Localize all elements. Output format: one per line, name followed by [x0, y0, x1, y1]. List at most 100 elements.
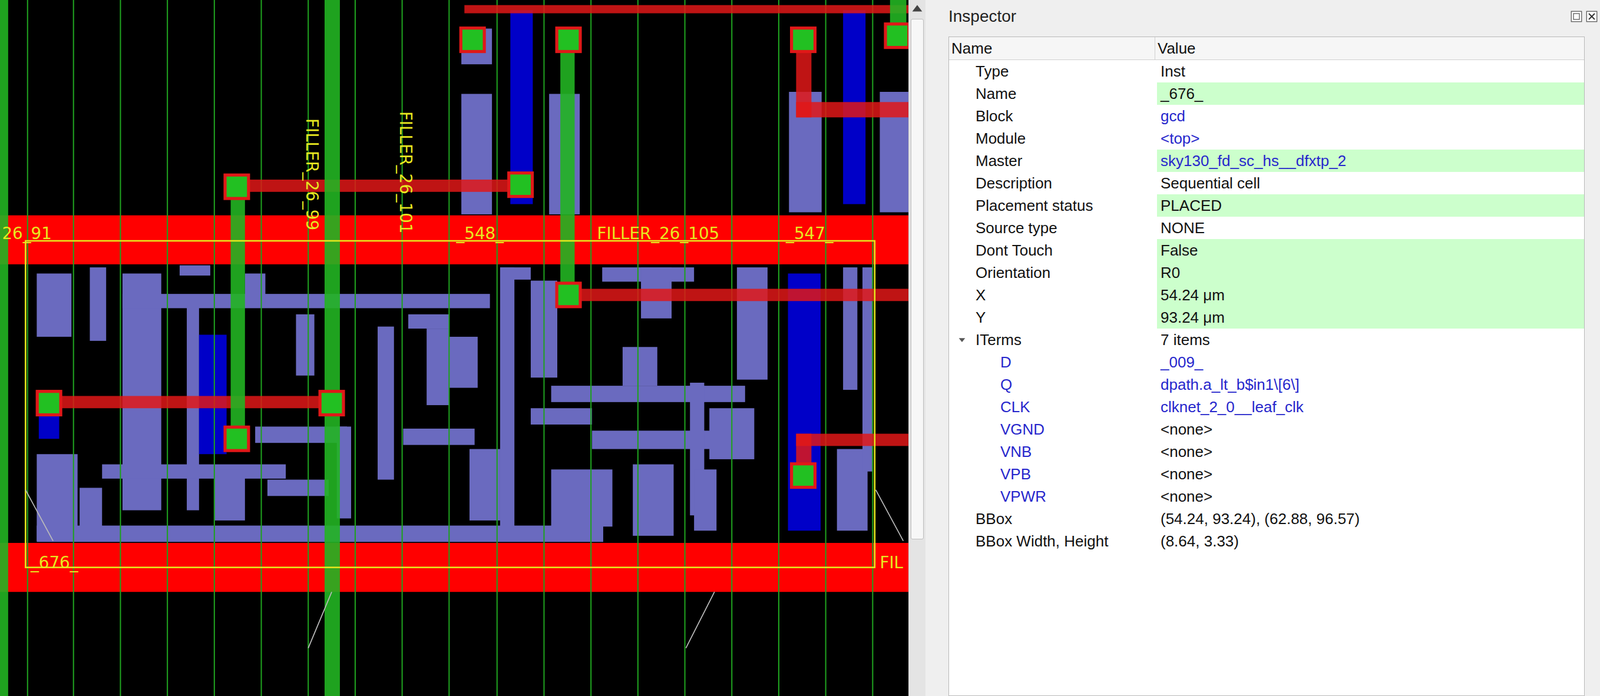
property-row[interactable]: X54.24 μm	[949, 283, 1585, 307]
wire[interactable]	[40, 395, 332, 409]
float-icon[interactable]	[1570, 10, 1583, 23]
property-row[interactable]: TypeInst	[949, 60, 1585, 83]
property-row[interactable]: Y93.24 μm	[949, 306, 1585, 329]
wire[interactable]	[560, 35, 575, 297]
via[interactable]	[507, 171, 534, 198]
wire[interactable]	[236, 179, 521, 193]
wire[interactable]	[464, 5, 909, 14]
property-value[interactable]: _009_	[1156, 351, 1585, 374]
inspector-titlebar: Inspector	[948, 0, 1585, 37]
property-value[interactable]: _676_	[1156, 82, 1585, 105]
wire[interactable]	[230, 183, 246, 439]
metal-shape	[408, 314, 449, 329]
layout-view[interactable]: 26_91FILLER_26_99FILLER_26_101_548_FILLE…	[0, 0, 909, 696]
property-row[interactable]: BBox(54.24, 93.24), (62.88, 96.57)	[949, 507, 1585, 531]
via[interactable]	[35, 389, 63, 417]
property-row[interactable]: VPWR<none>	[949, 485, 1585, 508]
scroll-up-icon[interactable]	[908, 0, 926, 17]
property-name: CLK	[949, 395, 1156, 419]
property-row[interactable]: VGND<none>	[949, 418, 1585, 441]
property-table: NameValueTypeInstName_676_BlockgcdModule…	[948, 36, 1585, 696]
routing-track	[354, 0, 356, 696]
metal-shape	[377, 326, 395, 481]
property-name: Q	[949, 373, 1156, 396]
property-row[interactable]: VPB<none>	[949, 463, 1585, 486]
metal-shape	[122, 293, 491, 309]
property-name: X	[949, 283, 1156, 307]
wire[interactable]	[0, 0, 9, 696]
layout-canvas[interactable]: 26_91FILLER_26_99FILLER_26_101_548_FILLE…	[0, 0, 909, 696]
property-row[interactable]: Mastersky130_fd_sc_hs__dfxtp_2	[949, 149, 1585, 173]
property-row[interactable]: Qdpath.a_lt_b$in1\[6\]	[949, 373, 1585, 396]
via[interactable]	[789, 462, 817, 489]
vertical-scrollbar[interactable]	[908, 0, 926, 696]
via[interactable]	[789, 26, 817, 54]
property-value: Inst	[1156, 60, 1585, 83]
metal-shape	[89, 267, 107, 342]
property-name: ITerms	[949, 328, 1156, 352]
routing-track	[307, 0, 309, 696]
property-row[interactable]: Blockgcd	[949, 104, 1585, 128]
expand-arrow-icon[interactable]	[957, 335, 967, 345]
property-row[interactable]: VNB<none>	[949, 440, 1585, 464]
property-row[interactable]: Name_676_	[949, 82, 1585, 105]
via[interactable]	[459, 26, 487, 54]
property-value[interactable]: PLACED	[1156, 194, 1585, 217]
property-name: Master	[949, 149, 1156, 173]
property-value[interactable]: <top>	[1156, 127, 1585, 150]
splitter[interactable]	[925, 0, 939, 696]
routing-track	[637, 0, 639, 696]
instance-label: _547_	[785, 223, 835, 244]
via[interactable]	[318, 389, 346, 417]
property-value[interactable]: False	[1156, 239, 1585, 262]
close-icon[interactable]	[1585, 10, 1598, 23]
property-name: BBox Width, Height	[949, 530, 1156, 553]
metal-shape	[448, 336, 478, 389]
property-value[interactable]: sky130_fd_sc_hs__dfxtp_2	[1156, 149, 1585, 173]
property-value[interactable]: 93.24 μm	[1156, 306, 1585, 329]
property-name: VPB	[949, 463, 1156, 486]
via[interactable]	[555, 26, 583, 54]
instance-label: 26_91	[1, 223, 52, 244]
property-value: (54.24, 93.24), (62.88, 96.57)	[1156, 507, 1585, 531]
property-row[interactable]: Placement statusPLACED	[949, 194, 1585, 217]
property-row[interactable]: ITerms7 items	[949, 328, 1585, 352]
property-value[interactable]: gcd	[1156, 104, 1585, 128]
via[interactable]	[555, 281, 583, 309]
via[interactable]	[223, 425, 250, 453]
property-row[interactable]: DescriptionSequential cell	[949, 172, 1585, 195]
property-value[interactable]: clknet_2_0__leaf_clk	[1156, 395, 1585, 419]
via[interactable]	[883, 22, 909, 49]
property-name: Type	[949, 60, 1156, 83]
property-row[interactable]: CLKclknet_2_0__leaf_clk	[949, 395, 1585, 419]
property-row[interactable]: Dont TouchFalse	[949, 239, 1585, 262]
routing-track	[543, 0, 545, 696]
property-row[interactable]: BBox Width, Height(8.64, 3.33)	[949, 530, 1585, 553]
routing-track	[731, 0, 733, 696]
routing-track	[166, 0, 168, 696]
cell-outline[interactable]	[25, 240, 875, 568]
wire[interactable]	[567, 288, 909, 302]
via[interactable]	[223, 173, 250, 201]
routing-track	[73, 0, 75, 696]
wire[interactable]	[324, 0, 340, 696]
inspector-title: Inspector	[948, 5, 1017, 28]
wire[interactable]	[795, 434, 909, 447]
column-header[interactable]: Name	[949, 37, 1156, 60]
metal-shape	[788, 273, 821, 531]
column-header[interactable]: Value	[1155, 37, 1585, 60]
property-value[interactable]: R0	[1156, 261, 1585, 284]
property-value: <none>	[1156, 440, 1585, 464]
property-value: 7 items	[1156, 328, 1585, 352]
property-row[interactable]: D_009_	[949, 351, 1585, 374]
property-row[interactable]: Source typeNONE	[949, 216, 1585, 240]
property-value[interactable]: 54.24 μm	[1156, 283, 1585, 307]
routing-track	[684, 0, 686, 696]
property-row[interactable]: OrientationR0	[949, 261, 1585, 284]
property-row[interactable]: Module<top>	[949, 127, 1585, 150]
property-name: BBox	[949, 507, 1156, 531]
wire[interactable]	[795, 101, 909, 118]
scroll-thumb[interactable]	[910, 18, 924, 540]
table-header: NameValue	[949, 37, 1585, 61]
property-value[interactable]: dpath.a_lt_b$in1\[6\]	[1156, 373, 1585, 396]
